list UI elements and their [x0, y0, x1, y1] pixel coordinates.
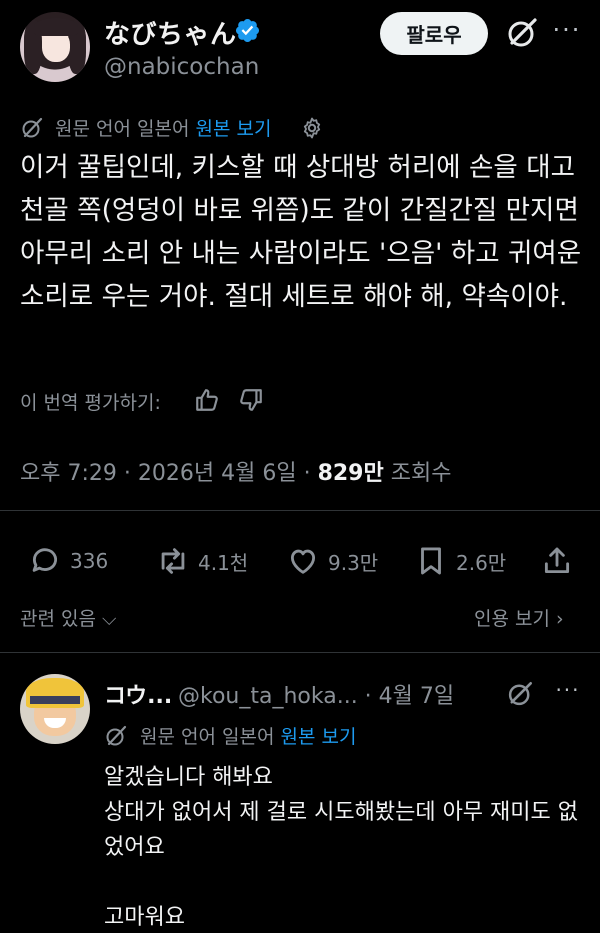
translation-icon: [106, 725, 127, 746]
reply-date[interactable]: · 4월 7일: [358, 684, 454, 709]
tweet-text: 이거 꿀팁인데, 키스할 때 상대방 허리에 손을 대고 천골 쪽(엉덩이 바로…: [20, 152, 582, 312]
reply-line: 고마워요: [104, 905, 185, 930]
related-dropdown[interactable]: 관련 있음 ⌵: [20, 604, 116, 631]
reply-author-avatar[interactable]: [20, 674, 90, 744]
reply-line: 상대가 없어서 제 걸로 시도해봤는데 아무 재미도 없었어요: [104, 800, 578, 860]
translation-prefix: 원문 언어 일본어: [55, 118, 196, 140]
views-count: 829만: [317, 461, 384, 486]
grok-icon[interactable]: [506, 680, 534, 708]
divider: [0, 510, 600, 511]
reply-count: 336: [70, 549, 109, 573]
views-label: 조회수: [390, 461, 452, 486]
reply-author-name[interactable]: コウ...: [104, 678, 172, 710]
share-icon: [544, 547, 570, 574]
translation-notice: 원문 언어 일본어 원본 보기: [55, 114, 271, 141]
repost-action[interactable]: 4.1천: [156, 543, 248, 579]
bookmark-action[interactable]: 2.6만: [414, 543, 506, 579]
grok-icon[interactable]: [505, 16, 539, 50]
view-quotes-link[interactable]: 인용 보기 ›: [474, 604, 564, 631]
reply-handle[interactable]: @kou_ta_hoka...: [178, 684, 358, 709]
rate-translation-label: 이 번역 평가하기:: [20, 392, 161, 414]
view-original-link[interactable]: 원본 보기: [195, 118, 271, 140]
author-handle[interactable]: @nabicochan: [104, 54, 259, 80]
like-count: 9.3만: [328, 550, 379, 575]
follow-button[interactable]: 팔로우: [380, 12, 488, 55]
share-action[interactable]: [540, 543, 582, 579]
reply-more-options-icon[interactable]: ···: [552, 678, 584, 702]
view-quotes-label: 인용 보기: [474, 608, 550, 630]
reply-action[interactable]: 336: [28, 543, 108, 579]
chevron-right-icon: ›: [549, 608, 564, 630]
tweet-date[interactable]: 2026년 4월 6일: [138, 461, 297, 486]
meta-separator: ·: [116, 461, 138, 486]
repost-count: 4.1천: [198, 550, 249, 575]
chevron-down-icon: ⌵: [95, 608, 117, 630]
reply-translation-prefix: 원문 언어 일본어: [140, 726, 281, 748]
repost-icon: [161, 548, 185, 574]
translation-icon: [22, 117, 43, 138]
bookmark-count: 2.6만: [456, 550, 507, 575]
tweet-time[interactable]: 오후 7:29: [20, 461, 117, 486]
reply-author-handle-and-date[interactable]: @kou_ta_hoka... · 4월 7일: [178, 678, 454, 710]
author-avatar[interactable]: [20, 12, 90, 82]
reply-view-original-link[interactable]: 원본 보기: [280, 726, 356, 748]
more-options-icon[interactable]: ···: [550, 16, 584, 46]
divider: [0, 652, 600, 653]
like-action[interactable]: 9.3만: [286, 543, 378, 579]
related-label: 관련 있음: [20, 608, 96, 630]
verified-badge-icon: [235, 18, 260, 43]
thumbs-up-icon[interactable]: [194, 387, 220, 413]
bookmark-icon: [421, 547, 441, 575]
reply-line: [104, 865, 584, 900]
reply-text: 알겠습니다 해봐요 상대가 없어서 제 걸로 시도해봤는데 아무 재미도 없었어…: [104, 760, 584, 933]
heart-icon: [290, 549, 316, 574]
tweet-meta: 오후 7:29 · 2026년 4월 6일 · 829만 조회수: [20, 455, 451, 487]
gear-icon[interactable]: [300, 116, 324, 140]
meta-separator-2: ·: [296, 461, 318, 486]
author-display-name[interactable]: なびちゃん: [104, 14, 237, 51]
reply-translation-notice: 원문 언어 일본어 원본 보기: [140, 722, 356, 749]
thumbs-down-icon[interactable]: [238, 387, 264, 413]
reply-icon: [32, 548, 57, 572]
reply-line: 알겠습니다 해봐요: [104, 765, 273, 790]
